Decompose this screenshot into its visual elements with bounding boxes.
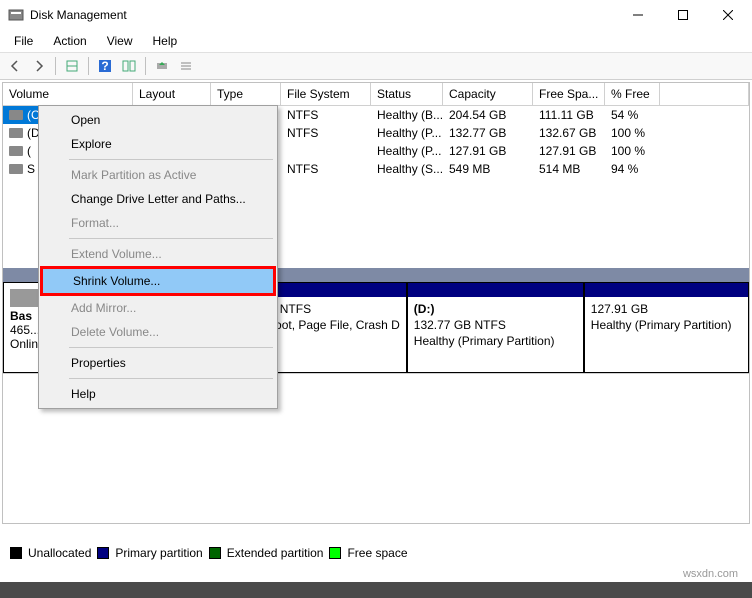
swatch-free (329, 547, 341, 559)
partition-box[interactable]: 127.91 GBHealthy (Primary Partition) (584, 282, 749, 373)
col-type[interactable]: Type (211, 83, 281, 105)
list-button[interactable] (175, 55, 197, 77)
forward-button[interactable] (28, 55, 50, 77)
swatch-unallocated (10, 547, 22, 559)
col-status[interactable]: Status (371, 83, 443, 105)
swatch-extended (209, 547, 221, 559)
menu-action[interactable]: Action (45, 32, 94, 50)
swatch-primary (97, 547, 109, 559)
close-button[interactable] (705, 1, 750, 29)
svg-text:?: ? (101, 59, 108, 73)
refresh-button[interactable] (151, 55, 173, 77)
view-button[interactable] (61, 55, 83, 77)
ctx-shrink[interactable]: Shrink Volume... (43, 269, 273, 293)
ctx-help[interactable]: Help (41, 382, 275, 406)
highlight-box: Shrink Volume... (40, 266, 276, 296)
legend: Unallocated Primary partition Extended p… (10, 546, 408, 560)
titlebar: Disk Management (0, 0, 752, 30)
help-icon[interactable]: ? (94, 55, 116, 77)
ctx-properties[interactable]: Properties (41, 351, 275, 375)
col-capacity[interactable]: Capacity (443, 83, 533, 105)
col-volume[interactable]: Volume (3, 83, 133, 105)
col-layout[interactable]: Layout (133, 83, 211, 105)
app-icon (8, 7, 24, 23)
drive-icon (10, 289, 38, 307)
disk-icon (9, 146, 23, 156)
col-spacer (660, 83, 749, 105)
bottom-strip (0, 582, 752, 598)
minimize-button[interactable] (615, 1, 660, 29)
watermark: wsxdn.com (683, 568, 738, 580)
menubar: File Action View Help (0, 30, 752, 52)
menu-help[interactable]: Help (145, 32, 186, 50)
context-menu: Open Explore Mark Partition as Active Ch… (38, 105, 278, 409)
maximize-button[interactable] (660, 1, 705, 29)
partition-box[interactable]: (D:)132.77 GB NTFSHealthy (Primary Parti… (407, 282, 584, 373)
col-free[interactable]: Free Spa... (533, 83, 605, 105)
menu-file[interactable]: File (6, 32, 41, 50)
col-pct[interactable]: % Free (605, 83, 660, 105)
panels-button[interactable] (118, 55, 140, 77)
ctx-explore[interactable]: Explore (41, 132, 275, 156)
disk-icon (9, 164, 23, 174)
column-headers: Volume Layout Type File System Status Ca… (3, 83, 749, 106)
ctx-extend: Extend Volume... (41, 242, 275, 266)
window-title: Disk Management (30, 8, 615, 22)
ctx-change-letter[interactable]: Change Drive Letter and Paths... (41, 187, 275, 211)
vol-label: ( (27, 144, 31, 158)
ctx-open[interactable]: Open (41, 108, 275, 132)
disk-icon (9, 110, 23, 120)
toolbar: ? (0, 52, 752, 80)
ctx-format: Format... (41, 211, 275, 235)
ctx-delete: Delete Volume... (41, 320, 275, 344)
vol-label: S (27, 162, 35, 176)
back-button[interactable] (4, 55, 26, 77)
menu-view[interactable]: View (99, 32, 141, 50)
col-filesystem[interactable]: File System (281, 83, 371, 105)
disk-icon (9, 128, 23, 138)
ctx-mirror: Add Mirror... (41, 296, 275, 320)
ctx-mark-active: Mark Partition as Active (41, 163, 275, 187)
